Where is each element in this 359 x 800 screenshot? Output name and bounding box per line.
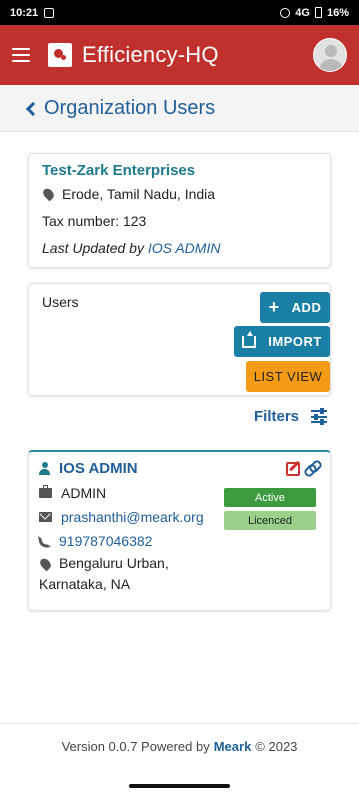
user-card: IOS ADMIN ADMIN prashanthi@meark.org 919…: [28, 450, 331, 611]
system-navigation-bar: [0, 768, 359, 800]
tax-number: Tax number: 123: [42, 213, 317, 229]
network-indicator: 4G: [295, 6, 310, 19]
footer-brand-link[interactable]: Meark: [214, 739, 252, 754]
status-badge: Active: [224, 488, 316, 507]
user-role: ADMIN: [61, 485, 107, 501]
import-users-label: IMPORT: [268, 334, 322, 349]
location-pin-icon: [41, 186, 56, 202]
person-icon: [39, 462, 50, 475]
phone-icon: [37, 533, 52, 549]
user-name[interactable]: IOS ADMIN: [59, 460, 138, 477]
user-email-link[interactable]: prashanthi@meark.org: [61, 509, 204, 525]
import-users-button[interactable]: IMPORT: [234, 326, 330, 357]
app-title: Efficiency-HQ: [82, 42, 219, 67]
home-gesture-handle[interactable]: [129, 784, 230, 788]
footer-copyright: © 2023: [255, 738, 298, 754]
battery-level: 16%: [326, 6, 349, 19]
user-address-line1: Bengaluru Urban,: [59, 555, 169, 571]
app-bar: Efficiency-HQ: [0, 25, 359, 85]
user-address: Bengaluru Urban, Karnataka, NA: [39, 553, 169, 595]
organization-location: Erode, Tamil Nadu, India: [62, 186, 216, 202]
add-user-button[interactable]: + ADD: [260, 292, 330, 323]
menu-icon[interactable]: [12, 48, 30, 62]
sliders-icon: [311, 408, 327, 425]
organization-card: Test-Zark Enterprises Erode, Tamil Nadu,…: [28, 153, 331, 268]
battery-icon: [314, 7, 322, 18]
add-user-label: ADD: [291, 300, 322, 315]
briefcase-icon: [39, 485, 52, 498]
filters-button[interactable]: Filters: [254, 408, 327, 425]
back-button[interactable]: Organization Users: [25, 96, 216, 120]
envelope-icon: [39, 512, 52, 522]
app-logo: [48, 43, 72, 67]
filters-label: Filters: [253, 408, 299, 425]
status-bar: 10:21 4G 16%: [0, 0, 359, 25]
page-header: Organization Users: [0, 85, 359, 132]
link-icon[interactable]: [304, 461, 318, 475]
plus-icon: +: [268, 297, 280, 317]
users-actions-card: Users + ADD IMPORT LIST VIEW: [28, 283, 331, 396]
footer-version: Version 0.0.7 Powered by: [61, 738, 210, 754]
user-avatar[interactable]: [313, 38, 347, 72]
license-badge: Licenced: [224, 511, 316, 530]
last-updated: Last Updated by IOS ADMIN: [42, 240, 317, 256]
user-phone-row: 919787046382: [37, 533, 320, 549]
user-address-row: Bengaluru Urban, Karnataka, NA: [38, 553, 320, 595]
tax-number-text: Tax number: 123: [42, 213, 147, 229]
list-view-button[interactable]: LIST VIEW: [246, 361, 330, 392]
last-updated-prefix: Last Updated by: [42, 240, 144, 256]
footer: Version 0.0.7 Powered by Meark © 2023: [0, 723, 359, 768]
upload-icon: [242, 330, 257, 348]
list-view-label: LIST VIEW: [253, 369, 323, 384]
organization-location-row: Erode, Tamil Nadu, India: [41, 186, 317, 202]
last-updated-user-link[interactable]: IOS ADMIN: [148, 240, 221, 256]
status-time: 10:21: [10, 6, 39, 19]
organization-name[interactable]: Test-Zark Enterprises: [42, 162, 317, 179]
alarm-icon: [280, 7, 291, 18]
user-phone-link[interactable]: 919787046382: [59, 533, 152, 549]
user-name-row: IOS ADMIN: [39, 460, 320, 477]
user-address-line2: Karnataka, NA: [39, 576, 131, 592]
notification-icon: [44, 7, 55, 18]
location-pin-icon: [38, 556, 53, 572]
chevron-left-icon: [25, 101, 41, 116]
edit-icon[interactable]: [286, 462, 300, 476]
page-title: Organization Users: [44, 96, 216, 119]
